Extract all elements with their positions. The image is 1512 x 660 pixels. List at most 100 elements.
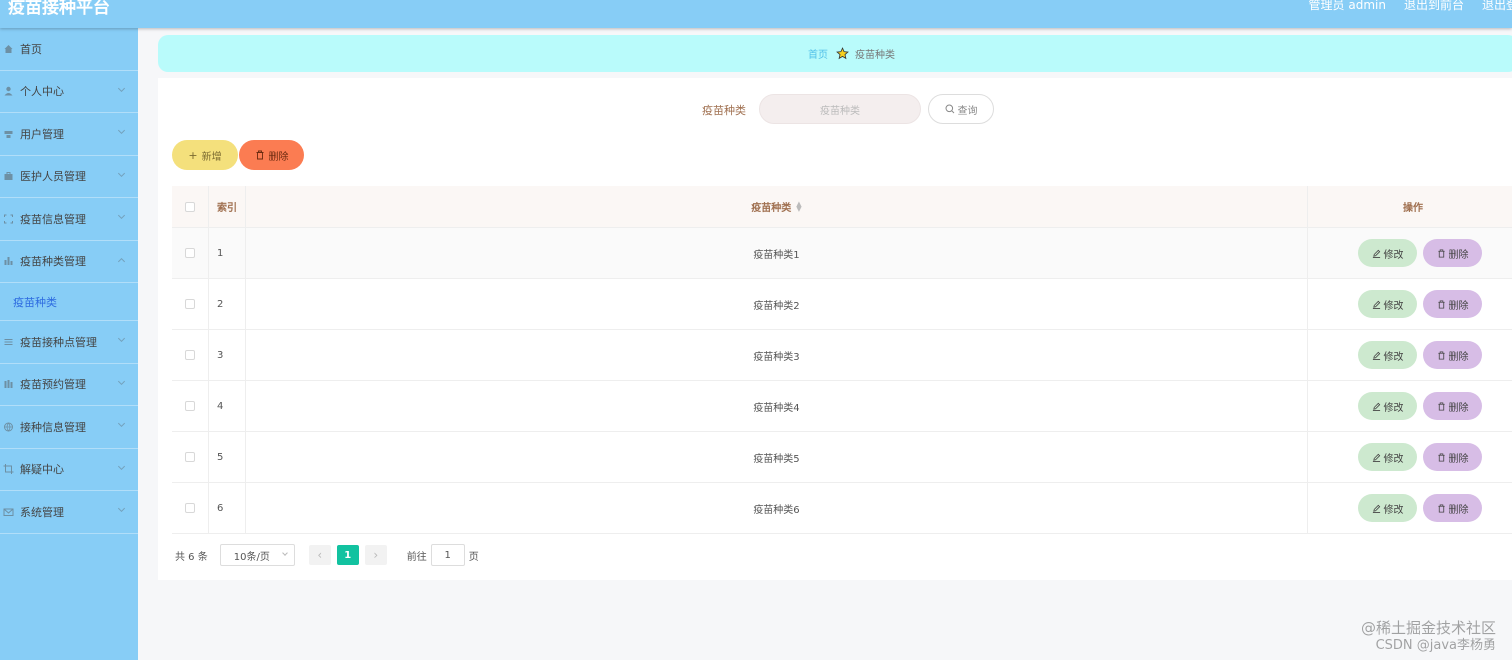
row-checkbox-cell (172, 279, 209, 329)
table-row: 3 疫苗种类3 修改 删除 (172, 330, 1512, 381)
sidebar-item-personal-center[interactable]: 个人中心 (0, 71, 138, 113)
row-checkbox[interactable] (185, 401, 195, 411)
table-row: 1 疫苗种类1 修改 删除 (172, 228, 1512, 279)
sidebar-item-vaccine-type-management[interactable]: 疫苗种类管理 (0, 241, 138, 283)
page-size-select[interactable]: 10条/页 (219, 544, 295, 566)
header-vaccine-type-label: 疫苗种类 (751, 203, 792, 214)
sidebar-item-label: 疫苗预约管理 (20, 378, 86, 392)
sidebar-item-label: 解疑中心 (20, 463, 64, 477)
delete-button[interactable]: 删除 (1423, 392, 1482, 420)
goto-prefix: 前往 (406, 551, 427, 563)
logout-link[interactable]: 退出登 (1482, 0, 1512, 13)
breadcrumb-home-link[interactable]: 首页 (808, 46, 828, 61)
trash-icon (1437, 299, 1445, 309)
row-checkbox-cell (172, 432, 209, 482)
edit-icon (1372, 249, 1380, 258)
admin-label: 管理员 admin (1308, 0, 1386, 12)
row-checkbox-cell (172, 330, 209, 380)
select-all-checkbox[interactable] (185, 201, 195, 212)
search-label: 疫苗种类 (702, 104, 746, 117)
chevron-down-icon (117, 504, 126, 513)
delete-button[interactable]: 删除 (1423, 290, 1482, 318)
add-button[interactable]: + 新增 (172, 140, 238, 170)
edit-icon (1372, 453, 1380, 462)
chevron-down-icon (281, 550, 288, 556)
chevron-down-icon (117, 84, 126, 92)
search-input[interactable]: 疫苗种类 (759, 94, 921, 124)
row-checkbox[interactable] (185, 452, 195, 462)
goto-page-input[interactable]: 1 (430, 544, 465, 566)
row-index: 3 (209, 330, 246, 380)
total-count: 共 6 条 (175, 551, 208, 563)
row-checkbox[interactable] (185, 503, 195, 513)
sidebar-item-medical-staff[interactable]: 医护人员管理 (0, 156, 138, 198)
columns-icon (4, 380, 13, 389)
table-row: 4 疫苗种类4 修改 删除 (172, 381, 1512, 432)
edit-button[interactable]: 修改 (1358, 392, 1417, 420)
delete-button[interactable]: 删除 (1423, 443, 1482, 471)
sidebar-item-user-management[interactable]: 用户管理 (0, 113, 138, 156)
sidebar-item-label: 个人中心 (20, 85, 64, 99)
frame-icon (4, 214, 13, 224)
sidebar-item-home[interactable]: 首页 (0, 28, 138, 71)
row-operations: 修改 删除 (1308, 432, 1512, 482)
row-vaccine-type: 疫苗种类6 (246, 483, 1308, 533)
row-checkbox[interactable] (185, 299, 195, 309)
edit-button[interactable]: 修改 (1358, 443, 1417, 471)
delete-button[interactable]: 删除 (1423, 239, 1482, 267)
main-card: 疫苗种类 疫苗种类 查询 + 新增 删除 索引 疫苗种类 ▲ ▼ 操作 1 疫苗种类… (158, 78, 1512, 580)
row-checkbox[interactable] (185, 248, 195, 258)
delete-button-label: 删除 (1448, 351, 1469, 363)
sidebar-item-label: 疫苗接种点管理 (20, 335, 97, 349)
row-operations: 修改 删除 (1308, 279, 1512, 329)
edit-button[interactable]: 修改 (1358, 290, 1417, 318)
sidebar-item-help-center[interactable]: 解疑中心 (0, 449, 138, 491)
briefcase-icon (4, 172, 13, 181)
sidebar-item-label: 接种信息管理 (20, 420, 86, 434)
sidebar-item-appointment[interactable]: 疫苗预约管理 (0, 364, 138, 406)
trash-icon (256, 150, 263, 160)
sidebar-subitem-label: 疫苗种类 (13, 295, 57, 309)
watermark-line2: CSDN @java李杨勇 (1375, 638, 1496, 653)
edit-button-label: 修改 (1383, 504, 1404, 516)
edit-button[interactable]: 修改 (1358, 341, 1417, 369)
row-vaccine-type: 疫苗种类3 (246, 330, 1308, 380)
row-checkbox-cell (172, 483, 209, 533)
chevron-down-icon (117, 169, 126, 177)
chevron-down-icon (117, 334, 126, 343)
batch-delete-button[interactable]: 删除 (239, 140, 304, 170)
table-row: 2 疫苗种类2 修改 删除 (172, 279, 1512, 330)
globe-icon (4, 422, 13, 432)
row-vaccine-type: 疫苗种类5 (246, 432, 1308, 482)
next-page-button[interactable]: › (364, 545, 387, 565)
row-index: 4 (209, 381, 246, 431)
trash-icon (1437, 401, 1445, 411)
chevron-up-icon (117, 257, 126, 265)
sidebar-item-vaccination-site[interactable]: 疫苗接种点管理 (0, 321, 138, 364)
delete-button[interactable]: 删除 (1423, 341, 1482, 369)
row-vaccine-type: 疫苗种类2 (246, 279, 1308, 329)
query-button[interactable]: 查询 (928, 94, 994, 124)
prev-page-button[interactable]: ‹ (308, 545, 331, 565)
table-header: 索引 疫苗种类 ▲ ▼ 操作 (172, 186, 1512, 228)
row-checkbox[interactable] (185, 350, 195, 360)
row-operations: 修改 删除 (1308, 330, 1512, 380)
sidebar-item-system-management[interactable]: 系统管理 (0, 491, 138, 534)
watermark-line1: @稀土掘金技术社区 (1360, 619, 1496, 637)
header-vaccine-type[interactable]: 疫苗种类 ▲ ▼ (246, 186, 1308, 227)
sort-icon[interactable]: ▲ ▼ (796, 200, 801, 212)
delete-button[interactable]: 删除 (1423, 494, 1482, 522)
edit-button[interactable]: 修改 (1358, 239, 1417, 267)
top-links: 管理员 admin 退出到前台 退出登 (1309, 0, 1512, 13)
edit-icon (1372, 351, 1380, 360)
header-operations: 操作 (1403, 203, 1423, 214)
query-button-label: 查询 (957, 105, 978, 117)
sidebar-item-vaccine-info[interactable]: 疫苗信息管理 (0, 198, 138, 241)
page-number-current[interactable]: 1 (336, 545, 359, 565)
to-front-link[interactable]: 退出到前台 (1404, 0, 1464, 13)
sidebar-item-vaccination-info[interactable]: 接种信息管理 (0, 406, 138, 449)
sidebar-item-label: 疫苗种类管理 (20, 255, 86, 269)
user-icon (4, 87, 13, 96)
edit-button[interactable]: 修改 (1358, 494, 1417, 522)
sidebar-subitem-vaccine-type[interactable]: 疫苗种类 (0, 283, 138, 321)
